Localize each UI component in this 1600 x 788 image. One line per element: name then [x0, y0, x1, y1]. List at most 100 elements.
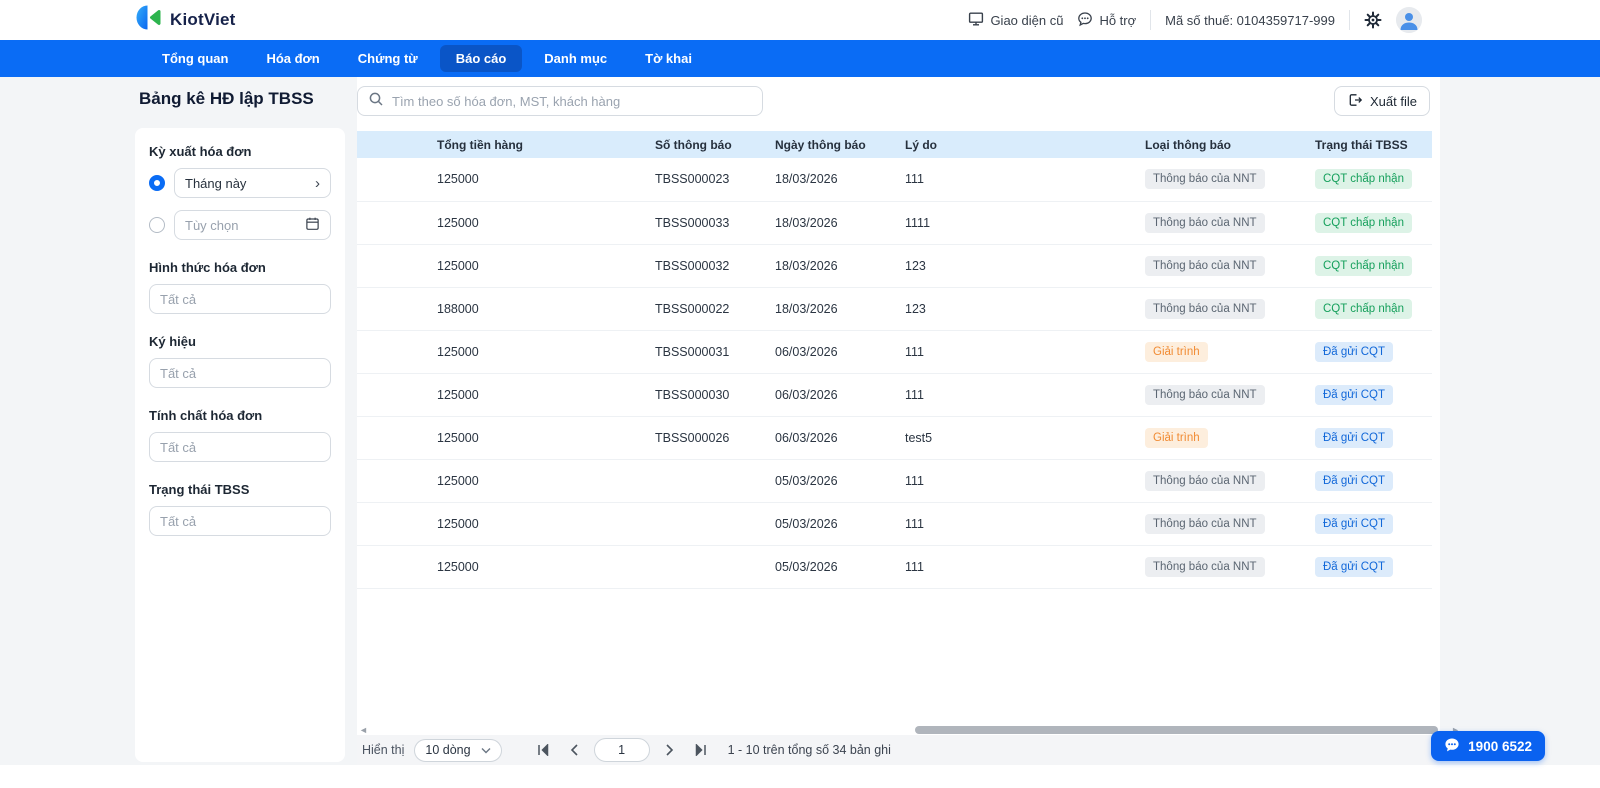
table-row[interactable]: 125000 TBSS000033 18/03/2026 1111 Thông báo …	[357, 201, 1432, 245]
filter-group-2: Tính chất hóa đơn	[149, 408, 331, 462]
cell-reason: 111	[897, 330, 1137, 374]
header-spacer	[357, 131, 429, 158]
table-row[interactable]: 188000 TBSS000022 18/03/2026 123 Thông báo c…	[357, 287, 1432, 331]
table-row[interactable]: 125000 TBSS000030 06/03/2026 111 Thông báo c…	[357, 373, 1432, 417]
prev-page-button[interactable]	[565, 744, 584, 756]
page-number-input[interactable]	[593, 738, 650, 762]
cell-notice-date: 06/03/2026	[767, 416, 897, 460]
cell-tbss-status: Đã gửi CQT	[1307, 545, 1432, 589]
cell-notice-type: Thông báo của NNT	[1137, 201, 1307, 245]
records-info: 1 - 10 trên tổng số 34 bản ghi	[727, 743, 891, 757]
table-row[interactable]: 125000 05/03/2026 111 Thông báo của NNT Đã g…	[357, 502, 1432, 546]
cell-tbss-status-badge: Đã gửi CQT	[1315, 556, 1394, 577]
user-avatar[interactable]	[1396, 7, 1422, 33]
cell-notice-no: TBSS000032	[647, 244, 767, 288]
cell-reason: 111	[897, 459, 1137, 503]
scrollbar-thumb[interactable]	[915, 726, 1438, 734]
table-row[interactable]: 125000 TBSS000023 18/03/2026 111 Thông báo c…	[357, 158, 1432, 202]
cell-total: 125000	[429, 330, 647, 374]
phone-number: 1900 6522	[1468, 738, 1532, 754]
brand-logo[interactable]: KiotViet	[135, 4, 236, 36]
support-link[interactable]: Hỗ trợ	[1077, 11, 1136, 30]
nav-item-0[interactable]: Tổng quan	[146, 45, 244, 72]
cell-reason: 111	[897, 502, 1137, 546]
nav-item-1[interactable]: Hóa đơn	[250, 45, 335, 72]
first-page-button[interactable]	[532, 744, 555, 756]
cell-notice-no	[647, 459, 767, 503]
filter-input-1[interactable]	[149, 358, 331, 388]
divider	[1150, 10, 1152, 30]
top-bar-right: Giao diện cũ Hỗ trợ Mã số thuế: 01043597…	[968, 7, 1422, 33]
kiotviet-logo-icon	[135, 4, 162, 36]
cell-notice-no: TBSS000023	[647, 158, 767, 202]
old-ui-link[interactable]: Giao diện cũ	[968, 11, 1063, 30]
nav-item-5[interactable]: Tờ khai	[629, 45, 708, 72]
cell-reason: 111	[897, 158, 1137, 202]
cell-notice-date: 18/03/2026	[767, 287, 897, 331]
cell-notice-date: 06/03/2026	[767, 373, 897, 417]
column-header-0: Tổng tiền hàng	[429, 131, 647, 158]
cell-notice-type-badge: Thông báo của NNT	[1145, 384, 1265, 405]
filter-input-2[interactable]	[149, 432, 331, 462]
period-custom-select[interactable]: Tùy chọn	[174, 210, 331, 240]
cell-total: 188000	[429, 287, 647, 331]
cell-spacer	[357, 502, 429, 546]
cell-total: 125000	[429, 244, 647, 288]
table-row[interactable]: 125000 TBSS000026 06/03/2026 test5 Giải trìn…	[357, 416, 1432, 460]
app-root: KiotViet Giao diện cũ Hỗ trợ Mã số thuế:…	[0, 0, 1600, 788]
cell-notice-type: Thông báo của NNT	[1137, 373, 1307, 417]
nav-item-3[interactable]: Báo cáo	[439, 45, 523, 72]
toolbar: Xuất file	[357, 77, 1440, 116]
radio-this-month[interactable]	[149, 175, 165, 191]
column-header-3: Lý do	[897, 131, 1137, 158]
filter-group-0: Hình thức hóa đơn	[149, 260, 331, 314]
filter-label: Trạng thái TBSS	[149, 482, 250, 497]
cell-tbss-status: CQT chấp nhận	[1307, 244, 1432, 288]
cell-notice-type-badge: Thông báo của NNT	[1145, 513, 1265, 534]
settings-gear-icon[interactable]	[1364, 11, 1382, 29]
cell-reason: 111	[897, 545, 1137, 589]
column-header-2: Ngày thông báo	[767, 131, 897, 158]
cell-notice-type-badge: Thông báo của NNT	[1145, 169, 1265, 190]
chat-bubble-icon	[1444, 737, 1460, 756]
filter-panel: Kỳ xuất hóa đơn Tháng này › Tùy chọn Hìn…	[135, 128, 345, 762]
cell-tbss-status-badge: Đã gửi CQT	[1315, 513, 1394, 534]
cell-notice-no: TBSS000033	[647, 201, 767, 245]
nav-item-2[interactable]: Chứng từ	[342, 45, 434, 72]
search-input[interactable]	[392, 93, 752, 109]
cell-tbss-status: Đã gửi CQT	[1307, 373, 1432, 417]
tax-code: Mã số thuế: 0104359717-999	[1165, 12, 1335, 28]
cell-tbss-status: Đã gửi CQT	[1307, 502, 1432, 546]
cell-spacer	[357, 201, 429, 245]
table-body: 125000 TBSS000023 18/03/2026 111 Thông báo c…	[357, 158, 1432, 589]
cell-reason: 123	[897, 244, 1137, 288]
horizontal-scrollbar[interactable]: ◄ ►	[357, 725, 1460, 735]
cell-tbss-status-badge: CQT chấp nhận	[1315, 169, 1412, 190]
cell-spacer	[357, 244, 429, 288]
last-page-button[interactable]	[689, 744, 712, 756]
table-row[interactable]: 125000 05/03/2026 111 Thông báo của NNT Đã g…	[357, 545, 1432, 589]
cell-tbss-status-badge: CQT chấp nhận	[1315, 212, 1412, 233]
cell-spacer	[357, 158, 429, 202]
radio-custom-period[interactable]	[149, 217, 165, 233]
table-row[interactable]: 125000 05/03/2026 111 Thông báo của NNT Đã g…	[357, 459, 1432, 503]
cell-notice-no: TBSS000030	[647, 373, 767, 417]
export-file-button[interactable]: Xuất file	[1334, 86, 1430, 116]
cell-notice-type-badge: Thông báo của NNT	[1145, 212, 1265, 233]
filter-input-3[interactable]	[149, 506, 331, 536]
page-size-select[interactable]: 10 dòng	[414, 738, 502, 762]
support-phone-button[interactable]: 1900 6522	[1431, 731, 1545, 761]
cell-reason: test5	[897, 416, 1137, 460]
period-this-month-select[interactable]: Tháng này ›	[174, 168, 331, 198]
cell-spacer	[357, 416, 429, 460]
cell-notice-type-badge: Thông báo của NNT	[1145, 255, 1265, 276]
table-row[interactable]: 125000 TBSS000031 06/03/2026 111 Giải trình Đ…	[357, 330, 1432, 374]
cell-notice-type-badge: Giải trình	[1145, 427, 1208, 448]
filter-input-0[interactable]	[149, 284, 331, 314]
nav-item-4[interactable]: Danh mục	[528, 45, 623, 72]
next-page-button[interactable]	[660, 744, 679, 756]
table-row[interactable]: 125000 TBSS000032 18/03/2026 123 Thông báo c…	[357, 244, 1432, 288]
cell-spacer	[357, 330, 429, 374]
scroll-left-arrow-icon[interactable]: ◄	[359, 725, 368, 735]
cell-notice-type: Thông báo của NNT	[1137, 502, 1307, 546]
